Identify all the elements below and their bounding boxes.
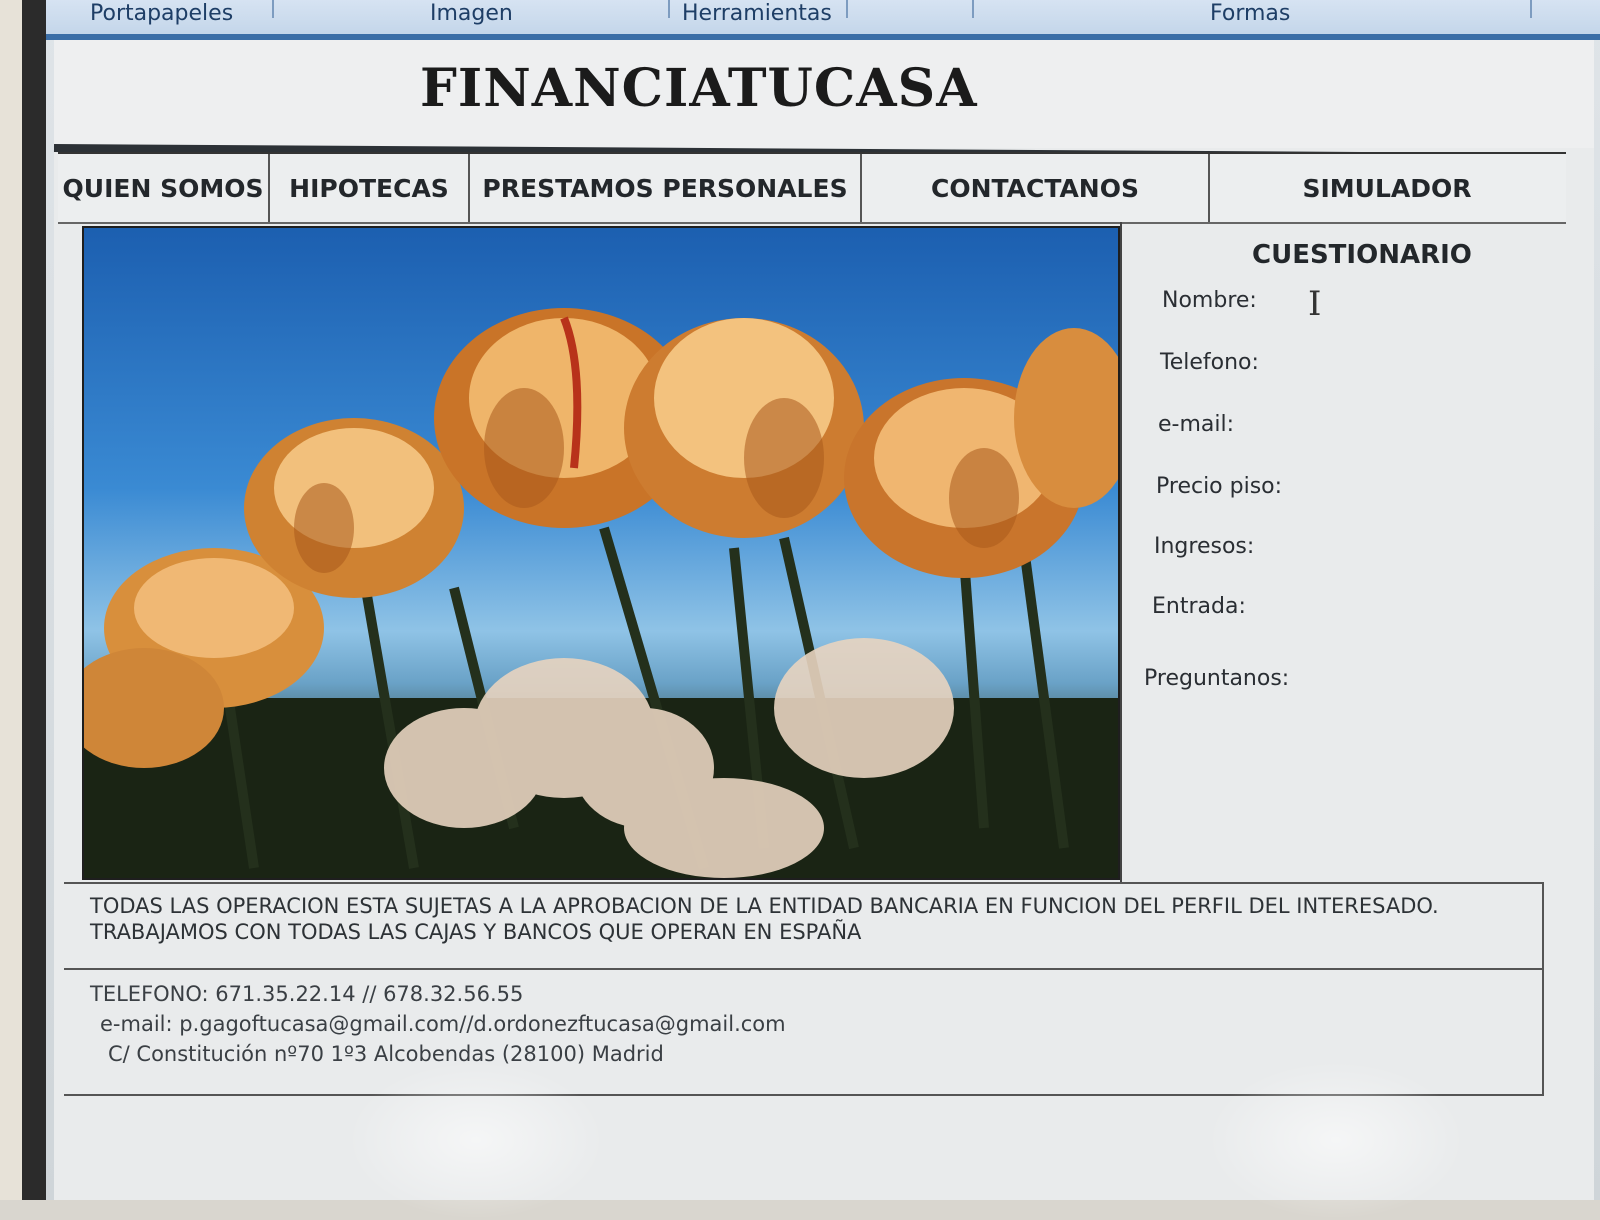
nav-item-simulador[interactable]: SIMULADOR — [1210, 154, 1564, 222]
ribbon-group-formas[interactable]: Formas — [1210, 0, 1290, 30]
ribbon-separator — [272, 0, 274, 18]
field-label-ingresos[interactable]: Ingresos: — [1154, 534, 1254, 559]
screen: Portapapeles Imagen Herramientas Formas … — [46, 0, 1600, 1220]
ribbon-separator — [1530, 0, 1532, 18]
field-label-email[interactable]: e-mail: — [1158, 412, 1234, 437]
field-label-telefono[interactable]: Telefono: — [1160, 350, 1259, 375]
site-title: FINANCIATUCASA — [420, 58, 978, 119]
questionnaire-title: CUESTIONARIO — [1252, 240, 1472, 270]
disclaimer-line-2: TRABAJAMOS CON TODAS LAS CAJAS Y BANCOS … — [90, 920, 862, 944]
disclaimer-line-1: TODAS LAS OPERACION ESTA SUJETAS A LA AP… — [90, 894, 1439, 918]
nav-item-hipotecas[interactable]: HIPOTECAS — [270, 154, 470, 222]
field-label-nombre[interactable]: Nombre: — [1162, 288, 1257, 313]
monitor-bezel — [0, 0, 46, 1200]
ribbon-separator — [846, 0, 848, 18]
nav-item-quien-somos[interactable]: QUIEN SOMOS — [58, 154, 270, 222]
document-page[interactable]: FINANCIATUCASA QUIEN SOMOS HIPOTECAS PRE… — [53, 40, 1594, 1200]
ribbon-group-imagen[interactable]: Imagen — [430, 0, 513, 30]
field-label-preguntanos[interactable]: Preguntanos: — [1144, 666, 1289, 691]
ribbon-group-labels: Portapapeles Imagen Herramientas Formas — [46, 0, 1600, 40]
field-label-entrada[interactable]: Entrada: — [1152, 594, 1246, 619]
questionnaire-panel: CUESTIONARIO Nombre: Telefono: e-mail: P… — [1120, 222, 1568, 882]
ribbon-separator — [972, 0, 974, 18]
nav-item-contactanos[interactable]: CONTACTANOS — [862, 154, 1210, 222]
ribbon-group-herramientas[interactable]: Herramientas — [682, 0, 832, 30]
disclaimer-box: TODAS LAS OPERACION ESTA SUJETAS A LA AP… — [64, 882, 1544, 970]
nav-item-prestamos-personales[interactable]: PRESTAMOS PERSONALES — [470, 154, 862, 222]
nav-bar: QUIEN SOMOS HIPOTECAS PRESTAMOS PERSONAL… — [58, 152, 1566, 224]
text-cursor-icon: I — [1308, 284, 1322, 324]
contact-phone: TELEFONO: 671.35.22.14 // 678.32.56.55 — [90, 982, 524, 1006]
header-area: FINANCIATUCASA — [54, 40, 1594, 148]
tulips-photo — [82, 226, 1120, 880]
contact-box: TELEFONO: 671.35.22.14 // 678.32.56.55 e… — [64, 968, 1544, 1096]
ribbon-separator — [668, 0, 670, 18]
contact-email[interactable]: e-mail: p.gagoftucasa@gmail.com//d.ordon… — [100, 1012, 786, 1036]
contact-address: C/ Constitución nº70 1º3 Alcobendas (281… — [108, 1042, 664, 1066]
ribbon-group-portapapeles[interactable]: Portapapeles — [90, 0, 233, 30]
field-label-precio-piso[interactable]: Precio piso: — [1156, 474, 1282, 499]
